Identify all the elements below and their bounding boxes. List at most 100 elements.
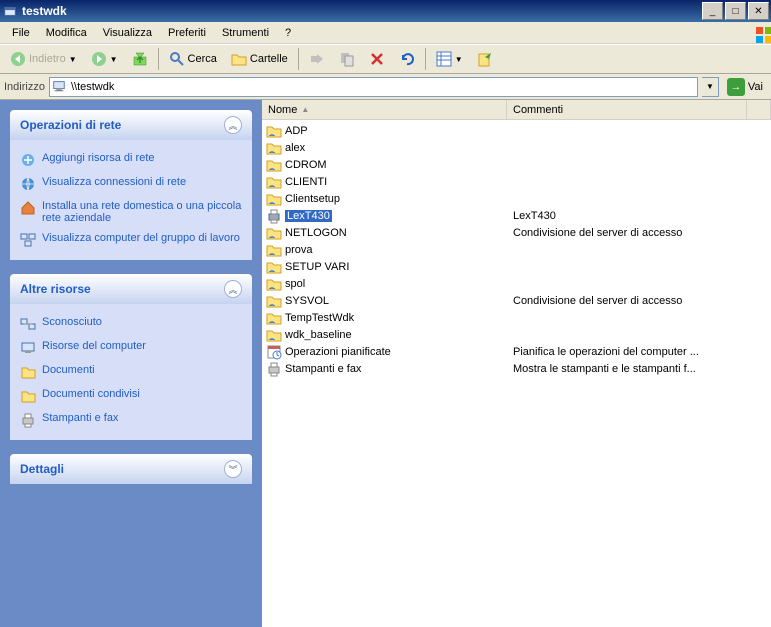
- chevron-down-icon: ▼: [110, 55, 118, 64]
- other-places-header[interactable]: Altre risorse ︽: [10, 274, 252, 304]
- list-item[interactable]: prova: [262, 241, 771, 258]
- connections-icon: [20, 176, 36, 192]
- column-name[interactable]: Nome ▲: [262, 100, 507, 119]
- sort-asc-icon: ▲: [301, 105, 309, 114]
- share-icon: [266, 140, 282, 156]
- separator: [425, 48, 426, 70]
- chevron-down-icon: ▼: [69, 55, 77, 64]
- menu-modifica[interactable]: Modifica: [38, 24, 95, 42]
- item-name: NETLOGON: [285, 227, 347, 239]
- minimize-button[interactable]: _: [702, 2, 723, 20]
- up-button[interactable]: [126, 47, 154, 71]
- list-item[interactable]: NETLOGON Condivisione del server di acces…: [262, 224, 771, 241]
- view-connections[interactable]: Visualizza connessioni di rete: [20, 172, 242, 196]
- share-icon: [266, 123, 282, 139]
- item-comment: Pianifica le operazioni del computer ...: [507, 346, 771, 358]
- view-workgroup[interactable]: Visualizza computer del gruppo di lavoro: [20, 228, 242, 252]
- up-icon: [132, 51, 148, 67]
- printers-icon: [266, 361, 282, 377]
- list-item[interactable]: Clientsetup: [262, 190, 771, 207]
- share-icon: [266, 327, 282, 343]
- search-button[interactable]: Cerca: [163, 47, 223, 71]
- close-button[interactable]: ✕: [748, 2, 769, 20]
- column-spacer: [747, 100, 771, 119]
- address-label: Indirizzo: [4, 81, 45, 93]
- network-tasks-panel: Operazioni di rete ︽ Aggiungi risorsa di…: [10, 110, 252, 260]
- setup-home-network[interactable]: Installa una rete domestica o una piccol…: [20, 196, 242, 228]
- list-item[interactable]: ADP: [262, 122, 771, 139]
- menu-help[interactable]: ?: [277, 24, 299, 42]
- computer-icon: [52, 79, 68, 95]
- forward-button[interactable]: ▼: [85, 47, 124, 71]
- list-item[interactable]: CDROM: [262, 156, 771, 173]
- windows-logo-icon: [747, 23, 767, 43]
- expand-icon: ︾: [224, 460, 242, 478]
- share-icon: [266, 242, 282, 258]
- list-item[interactable]: SYSVOLCondivisione del server di accesso: [262, 292, 771, 309]
- tasks-icon: [266, 344, 282, 360]
- menu-visualizza[interactable]: Visualizza: [95, 24, 160, 42]
- item-name: TempTestWdk: [285, 312, 354, 324]
- copy-icon: [339, 51, 355, 67]
- collapse-icon: ︽: [224, 116, 242, 134]
- menubar: File Modifica Visualizza Preferiti Strum…: [0, 22, 771, 44]
- separator: [158, 48, 159, 70]
- forward-icon: [91, 51, 107, 67]
- back-icon: [10, 51, 26, 67]
- unknown-place[interactable]: Sconosciuto: [20, 312, 242, 336]
- sync-button[interactable]: [471, 47, 499, 71]
- column-comments[interactable]: Commenti: [507, 100, 747, 119]
- computer-icon: [20, 340, 36, 356]
- unknown-icon: [20, 316, 36, 332]
- back-button[interactable]: Indietro ▼: [4, 47, 83, 71]
- list-item[interactable]: LexT430 LexT430: [262, 207, 771, 224]
- printers-fax[interactable]: Stampanti e fax: [20, 408, 242, 432]
- address-input[interactable]: [71, 81, 695, 93]
- list-item[interactable]: spol: [262, 275, 771, 292]
- go-button[interactable]: → Vai: [723, 76, 767, 98]
- menu-preferiti[interactable]: Preferiti: [160, 24, 214, 42]
- views-button[interactable]: ▼: [430, 47, 469, 71]
- item-name: LexT430: [285, 210, 332, 222]
- move-button[interactable]: [303, 47, 331, 71]
- add-network-place[interactable]: Aggiungi risorsa di rete: [20, 148, 242, 172]
- copy-button[interactable]: [333, 47, 361, 71]
- details-header[interactable]: Dettagli ︾: [10, 454, 252, 484]
- item-name: Stampanti e fax: [285, 363, 361, 375]
- list-item[interactable]: wdk_baseline: [262, 326, 771, 343]
- chevron-down-icon: ▼: [455, 55, 463, 64]
- list-item[interactable]: CLIENTI: [262, 173, 771, 190]
- shared-documents[interactable]: Documenti condivisi: [20, 384, 242, 408]
- file-list: ADPalexCDROMCLIENTIClientsetupLexT430Lex…: [262, 120, 771, 627]
- item-comment: Condivisione del server di accesso: [507, 227, 771, 239]
- my-computer[interactable]: Risorse del computer: [20, 336, 242, 360]
- column-headers: Nome ▲ Commenti: [262, 100, 771, 120]
- folders-button[interactable]: Cartelle: [225, 47, 294, 71]
- item-comment: Condivisione del server di accesso: [507, 295, 771, 307]
- maximize-button[interactable]: □: [725, 2, 746, 20]
- address-input-container: [49, 77, 698, 97]
- list-item[interactable]: SETUP VARI: [262, 258, 771, 275]
- list-item[interactable]: Operazioni pianificatePianifica le opera…: [262, 343, 771, 360]
- shared-docs-icon: [20, 388, 36, 404]
- sidebar: Operazioni di rete ︽ Aggiungi risorsa di…: [0, 100, 262, 627]
- content-area: Operazioni di rete ︽ Aggiungi risorsa di…: [0, 100, 771, 627]
- list-item[interactable]: Stampanti e faxMostra le stampanti e le …: [262, 360, 771, 377]
- folders-icon: [231, 51, 247, 67]
- network-tasks-header[interactable]: Operazioni di rete ︽: [10, 110, 252, 140]
- undo-icon: [399, 51, 415, 67]
- search-icon: [169, 51, 185, 67]
- list-item[interactable]: TempTestWdk: [262, 309, 771, 326]
- menu-file[interactable]: File: [4, 24, 38, 42]
- item-name: ADP: [285, 125, 308, 137]
- undo-button[interactable]: [393, 47, 421, 71]
- my-documents[interactable]: Documenti: [20, 360, 242, 384]
- menu-strumenti[interactable]: Strumenti: [214, 24, 277, 42]
- address-dropdown[interactable]: ▼: [702, 77, 719, 97]
- delete-button[interactable]: [363, 47, 391, 71]
- share-icon: [266, 293, 282, 309]
- item-comment: LexT430: [507, 210, 771, 222]
- list-item[interactable]: alex: [262, 139, 771, 156]
- toolbar: Indietro ▼ ▼ Cerca Cartelle ▼: [0, 44, 771, 74]
- add-network-icon: [20, 152, 36, 168]
